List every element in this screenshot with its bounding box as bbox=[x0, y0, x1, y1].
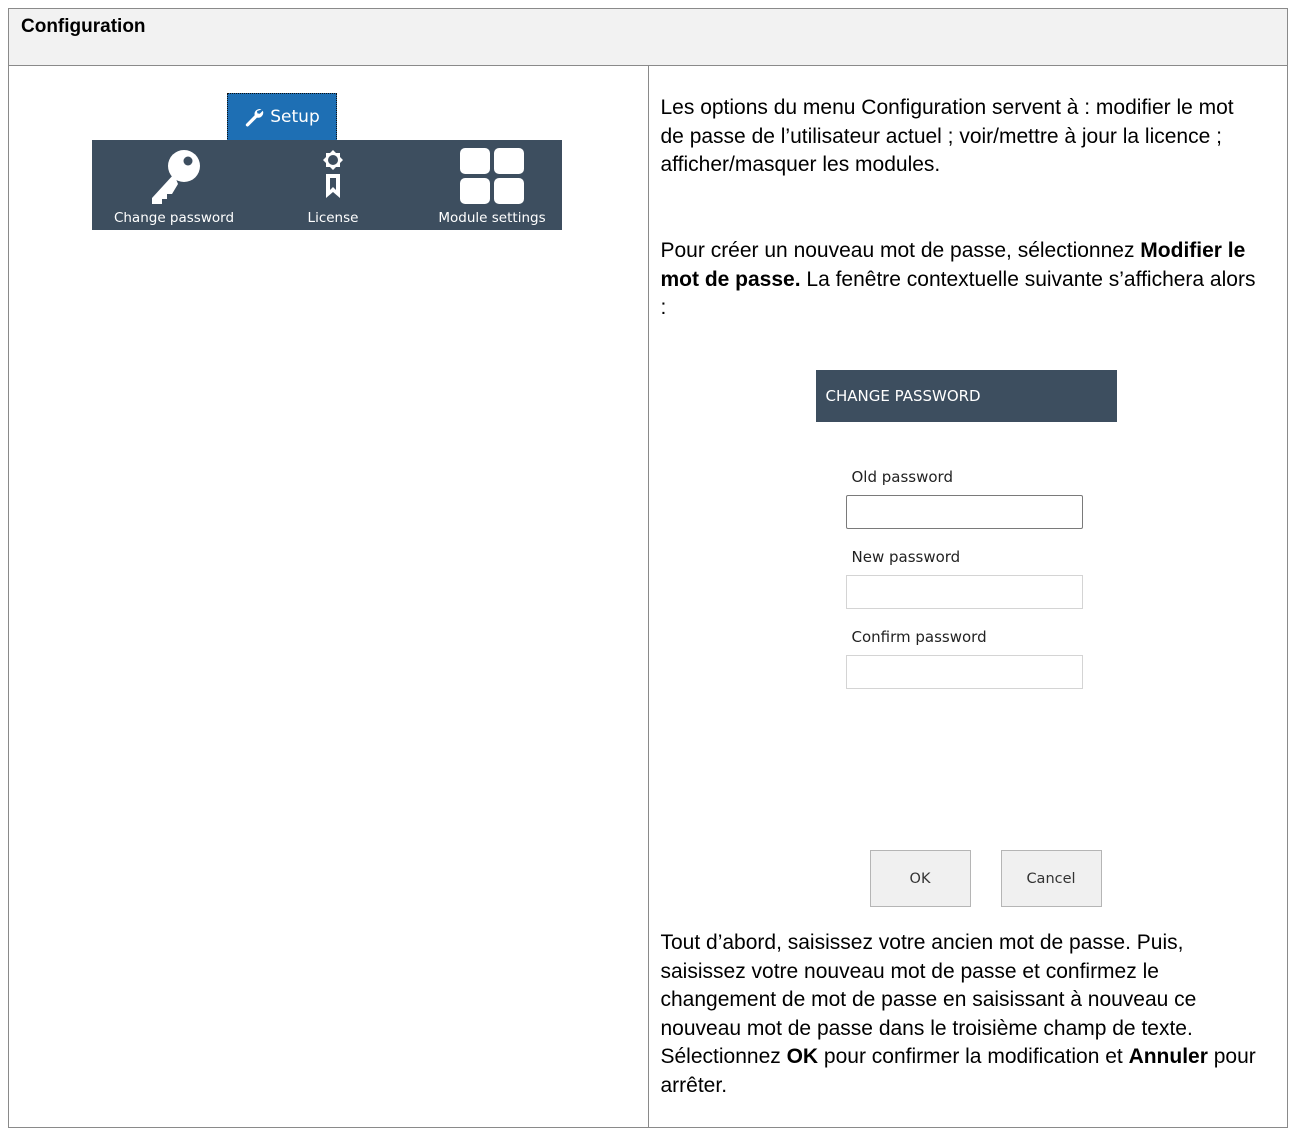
setup-tab-label: Setup bbox=[270, 107, 320, 127]
license-icon bbox=[323, 150, 343, 198]
change-password-label: Change password bbox=[113, 210, 235, 226]
intro-text: Les options du menu Configuration serven… bbox=[660, 96, 1234, 176]
old-password-label: Old password bbox=[851, 468, 953, 486]
old-password-input[interactable] bbox=[845, 495, 1083, 529]
license-button[interactable]: License bbox=[288, 140, 378, 230]
left-cell: Setup Change password License Module set… bbox=[8, 65, 649, 1128]
new-password-label: New password bbox=[851, 548, 961, 566]
ribbon-bar: Change password License Module settings bbox=[92, 140, 562, 230]
instruction-text-a: Pour créer un nouveau mot de passe, séle… bbox=[660, 239, 1141, 262]
instruction-paragraph: Pour créer un nouveau mot de passe, séle… bbox=[661, 237, 1261, 323]
key-icon bbox=[152, 150, 200, 204]
section-header: Configuration bbox=[8, 8, 1288, 66]
dialog-title: CHANGE PASSWORD bbox=[825, 387, 981, 405]
doc-table: Configuration Setup Change password Lice… bbox=[8, 8, 1288, 1128]
closing-paragraph: Tout d’abord, saisissez votre ancien mot… bbox=[661, 929, 1261, 1100]
module-grid-icon bbox=[460, 148, 524, 204]
section-title: Configuration bbox=[21, 16, 146, 37]
setup-tab[interactable]: Setup bbox=[227, 93, 337, 141]
module-settings-button[interactable]: Module settings bbox=[422, 140, 562, 230]
closing-cancel-bold: Annuler bbox=[1128, 1045, 1208, 1068]
wrench-icon bbox=[246, 109, 264, 127]
right-cell: Les options du menu Configuration serven… bbox=[647, 65, 1288, 1128]
change-password-button[interactable]: Change password bbox=[92, 140, 256, 230]
intro-paragraph: Les options du menu Configuration serven… bbox=[661, 94, 1261, 180]
cancel-button[interactable]: Cancel bbox=[1000, 850, 1102, 907]
closing-ok-bold: OK bbox=[786, 1045, 819, 1068]
confirm-password-label: Confirm password bbox=[851, 628, 987, 646]
module-settings-label: Module settings bbox=[438, 210, 546, 226]
dialog-title-bar: CHANGE PASSWORD bbox=[815, 370, 1117, 422]
ok-button[interactable]: OK bbox=[869, 850, 971, 907]
license-label: License bbox=[307, 210, 359, 226]
confirm-password-input[interactable] bbox=[845, 655, 1083, 689]
new-password-input[interactable] bbox=[845, 575, 1083, 609]
closing-text-b: pour confirmer la modification et bbox=[818, 1045, 1129, 1068]
